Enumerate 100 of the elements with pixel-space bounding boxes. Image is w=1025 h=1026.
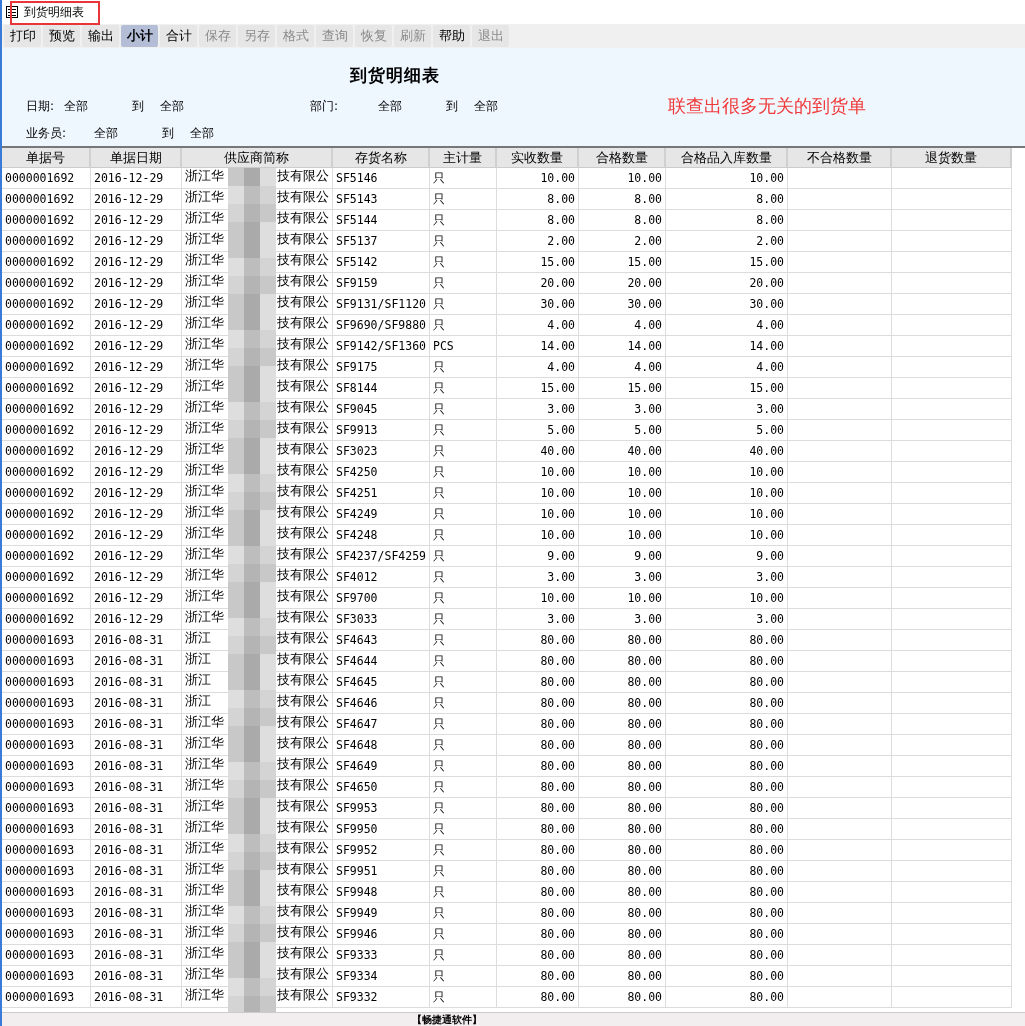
table-cell: SF4650 [333,777,430,798]
table-cell: 0000001692 [2,525,91,546]
column-header[interactable]: 退货数量 [892,148,1012,168]
table-cell: 2016-08-31 [91,882,182,903]
table-cell: SF9952 [333,840,430,861]
table-cell: 2016-08-31 [91,819,182,840]
table-cell: 2016-08-31 [91,966,182,987]
table-cell: 只 [430,651,497,672]
filter-value: 全部 [94,125,119,142]
table-cell: SF9175 [333,357,430,378]
table-cell: 浙江华 [185,210,224,226]
table-cell: 80.00 [666,693,788,714]
table-cell: 技有限公 [277,315,329,331]
table-cell: 80.00 [666,756,788,777]
table-cell: 技有限公 [277,987,329,1003]
table-cell: 技有限公 [277,651,329,667]
table-cell: 浙江华 [185,798,224,814]
table-cell: 2016-08-31 [91,777,182,798]
table-cell: 技有限公 [277,756,329,772]
table-cell: 0000001692 [2,168,91,189]
table-cell: 技有限公 [277,399,329,415]
table-cell: 0000001693 [2,630,91,651]
filter-value: 全部 [474,98,499,115]
filter-label: 到 [446,98,459,115]
table-cell: 0000001693 [2,693,91,714]
table-cell: 0000001692 [2,483,91,504]
column-header[interactable]: 单据日期 [91,148,182,168]
table-cell: SF9333 [333,945,430,966]
column-header[interactable]: 主计量 [430,148,497,168]
table-cell: 只 [430,777,497,798]
table-cell: 2016-12-29 [91,315,182,336]
table-cell: SF9159 [333,273,430,294]
table-cell: 9.00 [579,546,666,567]
toolbar-button[interactable]: 打印 [4,25,41,47]
toolbar-button[interactable]: 小计 [121,25,158,47]
table-cell: 30.00 [666,294,788,315]
table-cell: 技有限公 [277,819,329,835]
table-cell: 80.00 [666,987,788,1008]
table-cell: 2016-12-29 [91,525,182,546]
table-cell: 10.00 [579,588,666,609]
table-cell: 10.00 [497,168,579,189]
table-cell: SF4248 [333,525,430,546]
table-cell: 2016-08-31 [91,714,182,735]
table-cell: 0000001692 [2,546,91,567]
table-cell: 2016-12-29 [91,441,182,462]
table-cell: 40.00 [497,441,579,462]
table-cell: 技有限公 [277,273,329,289]
table-cell: 0000001692 [2,588,91,609]
column-header[interactable]: 合格品入库数量 [666,148,788,168]
table-cell: 10.00 [497,588,579,609]
table-cell: 2016-08-31 [91,945,182,966]
column-header[interactable]: 不合格数量 [788,148,892,168]
table-cell: 只 [430,693,497,714]
column-header[interactable]: 供应商简称 [182,148,333,168]
annotation-text: 联查出很多无关的到货单 [668,94,866,118]
table-cell: SF4644 [333,651,430,672]
table-cell: 技有限公 [277,462,329,478]
filter-label: 到 [132,98,145,115]
column-header[interactable]: 实收数量 [497,148,579,168]
toolbar-button[interactable]: 合计 [160,25,197,47]
table-cell: 80.00 [579,651,666,672]
table-cell: 浙江华 [185,336,224,352]
table-cell: 80.00 [666,882,788,903]
table-cell: SF9131/SF1120 [333,294,430,315]
table-cell: 80.00 [666,714,788,735]
table-cell: 2016-08-31 [91,630,182,651]
table-cell: 浙江华 [185,924,224,940]
toolbar-button[interactable]: 帮助 [433,25,470,47]
table-cell: 30.00 [579,294,666,315]
column-header[interactable]: 存货名称 [333,148,430,168]
table-cell: 80.00 [497,903,579,924]
table-cell: 20.00 [666,273,788,294]
table-cell: 只 [430,525,497,546]
table-cell: 2016-12-29 [91,231,182,252]
table-cell: 3.00 [497,567,579,588]
toolbar-button[interactable]: 输出 [82,25,119,47]
table-cell: 3.00 [666,609,788,630]
table-cell: 只 [430,294,497,315]
table-cell: 只 [430,504,497,525]
table-cell: 8.00 [666,189,788,210]
table-cell: 只 [430,378,497,399]
table-cell: 80.00 [666,735,788,756]
table-cell: 0000001693 [2,798,91,819]
table-cell: 10.00 [579,483,666,504]
table-cell: SF9142/SF1360 [333,336,430,357]
table-cell: 80.00 [497,651,579,672]
table-cell: 4.00 [666,357,788,378]
toolbar-button[interactable]: 预览 [43,25,80,47]
table-cell: 2016-08-31 [91,840,182,861]
table-cell: 80.00 [497,861,579,882]
table-cell: 0000001692 [2,315,91,336]
table-cell: 浙江华 [185,168,224,184]
column-header[interactable]: 合格数量 [579,148,666,168]
column-header[interactable]: 单据号 [2,148,91,168]
table-cell: 浙江华 [185,462,224,478]
table-cell: 5.00 [666,420,788,441]
table-cell: 80.00 [579,924,666,945]
table-cell: 80.00 [666,630,788,651]
filter-value: 全部 [160,98,185,115]
table-cell: SF5144 [333,210,430,231]
